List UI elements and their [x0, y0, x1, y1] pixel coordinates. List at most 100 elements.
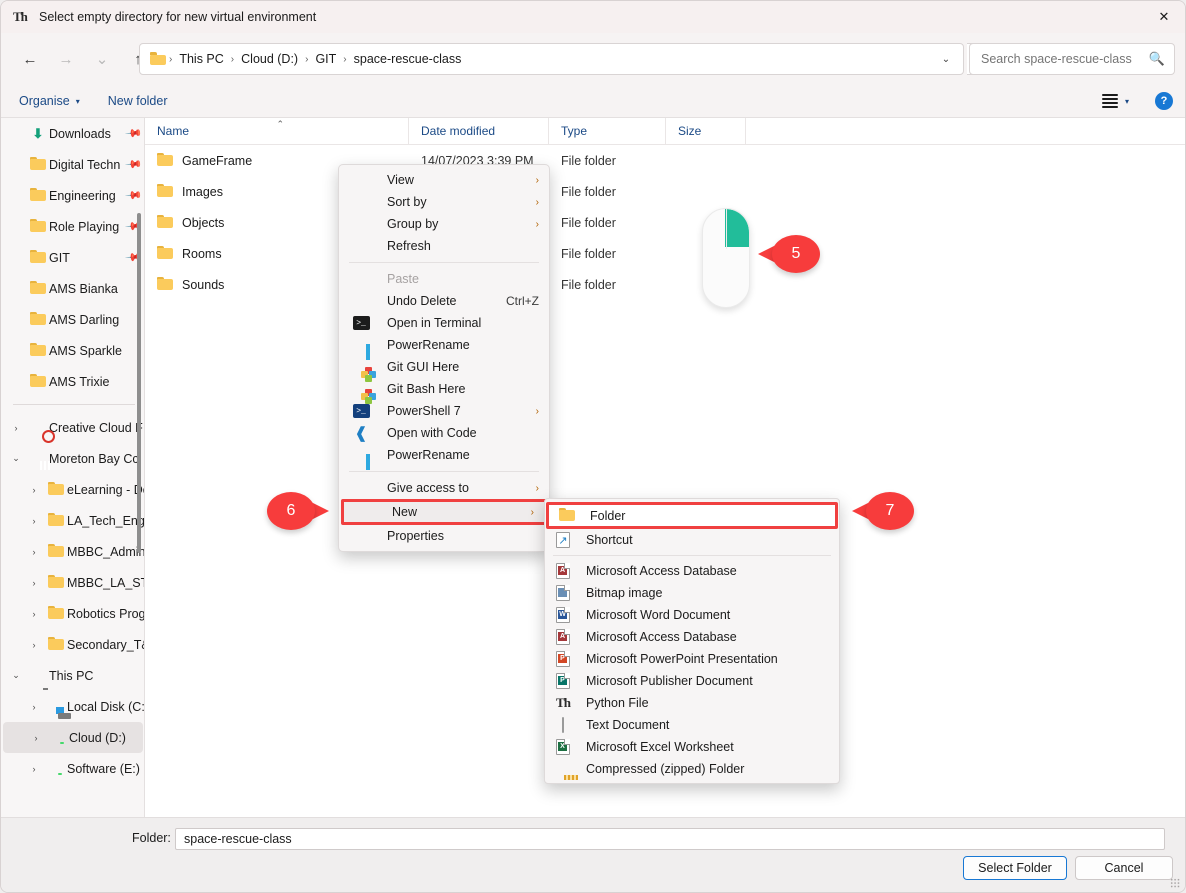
new-menu-item-compressed-zipped-folder[interactable]: Compressed (zipped) Folder: [545, 758, 839, 780]
menu-item-git-bash-here[interactable]: Git Bash Here: [339, 378, 549, 404]
sidebar-item-ams-sparkle[interactable]: AMS Sparkle: [1, 335, 145, 366]
breadcrumb-git[interactable]: GIT: [310, 49, 341, 69]
sidebar-item-local-disk-c[interactable]: › Local Disk (C:): [1, 691, 145, 722]
menu-item-powerrename[interactable]: PowerRename: [339, 444, 549, 466]
sidebar-item-downloads[interactable]: ⬇ Downloads 📌: [1, 118, 145, 149]
new-menu-item-folder[interactable]: Folder: [546, 502, 838, 529]
folder-icon: [157, 152, 173, 169]
new-menu-item-text-document[interactable]: Text Document: [545, 714, 839, 736]
new-menu-item-microsoft-access-database[interactable]: A Microsoft Access Database: [545, 560, 839, 582]
pin-icon[interactable]: 📌: [125, 124, 144, 143]
table-row[interactable]: Rooms File folder: [145, 238, 1185, 269]
breadcrumb-space-rescue-class[interactable]: space-rescue-class: [349, 49, 467, 69]
sidebar-item-role-playing[interactable]: Role Playing 📌: [1, 211, 145, 242]
menu-item-open-with-code[interactable]: ❰ Open with Code: [339, 422, 549, 444]
sidebar-item-elearning-dc[interactable]: › eLearning - Dc: [1, 474, 145, 505]
menu-item-group-by[interactable]: Group by ›: [339, 213, 549, 235]
view-options-button[interactable]: ▾: [1096, 87, 1135, 114]
breadcrumb-this-pc[interactable]: This PC: [174, 49, 228, 69]
chevron-right-icon[interactable]: ›: [23, 702, 45, 712]
folder-input[interactable]: [182, 831, 1164, 847]
sidebar-item-creative-cloud-f[interactable]: › Creative Cloud F: [1, 412, 145, 443]
search-icon[interactable]: 🔍: [1149, 51, 1165, 67]
chevron-right-icon[interactable]: ›: [25, 733, 47, 743]
sidebar-item-software-e[interactable]: › Software (E:): [1, 753, 145, 784]
organise-button[interactable]: Organise ▾: [9, 90, 90, 112]
resize-grip[interactable]: [1170, 878, 1180, 888]
chevron-right-icon[interactable]: ›: [23, 609, 45, 619]
sidebar-scrollbar[interactable]: [137, 213, 141, 553]
search-input[interactable]: [979, 51, 1149, 67]
help-icon[interactable]: ?: [1155, 92, 1173, 110]
table-row[interactable]: GameFrame 14/07/2023 3:39 PM File folder: [145, 145, 1185, 176]
new-submenu[interactable]: Folder ↗ Shortcut A Microsoft Access Databas…: [544, 498, 840, 784]
menu-item-powershell-7[interactable]: >_ PowerShell 7 ›: [339, 400, 549, 422]
chevron-right-icon[interactable]: ›: [23, 547, 45, 557]
cancel-button[interactable]: Cancel: [1075, 856, 1173, 880]
breadcrumb-cloud-d[interactable]: Cloud (D:): [236, 49, 303, 69]
pin-icon[interactable]: 📌: [125, 155, 144, 174]
sidebar-item-ams-bianka[interactable]: AMS Bianka: [1, 273, 145, 304]
menu-item-view[interactable]: View ›: [339, 169, 549, 191]
menu-item-undo-delete[interactable]: Undo Delete Ctrl+Z: [339, 290, 549, 312]
table-row[interactable]: Objects File folder: [145, 207, 1185, 238]
recent-locations-button[interactable]: ⌄: [87, 44, 117, 74]
sidebar-item-digital-techn[interactable]: Digital Techn 📌: [1, 149, 145, 180]
menu-item-refresh[interactable]: Refresh: [339, 235, 549, 257]
sidebar-item-secondary-t[interactable]: › Secondary_T&: [1, 629, 145, 660]
sidebar-item-la-tech-engin[interactable]: › LA_Tech_Engin: [1, 505, 145, 536]
back-button[interactable]: ←: [15, 44, 45, 74]
menu-item-open-in-terminal[interactable]: >_ Open in Terminal: [339, 312, 549, 334]
sidebar-item-moreton-bay-cc[interactable]: ⌄ Moreton Bay Cc: [1, 443, 145, 474]
chevron-right-icon[interactable]: ›: [23, 764, 45, 774]
context-menu[interactable]: View › Sort by › Group by › Refresh Paste Undo D…: [338, 164, 550, 552]
menu-item-powerrename[interactable]: PowerRename: [339, 334, 549, 356]
column-header-type[interactable]: Type: [549, 117, 666, 145]
sidebar-item-ams-trixie[interactable]: AMS Trixie: [1, 366, 145, 397]
download-icon: ⬇: [32, 125, 44, 141]
column-header-size[interactable]: Size: [666, 117, 746, 145]
chevron-right-icon[interactable]: ›: [23, 640, 45, 650]
new-menu-item-python-file[interactable]: Th Python File: [545, 692, 839, 714]
sidebar-item-this-pc[interactable]: ⌄ This PC: [1, 660, 145, 691]
pin-icon[interactable]: 📌: [125, 186, 144, 205]
table-row[interactable]: Sounds File folder: [145, 269, 1185, 300]
column-header-date-modified[interactable]: Date modified: [409, 117, 549, 145]
chevron-down-icon[interactable]: ⌄: [5, 670, 27, 681]
forward-button[interactable]: →: [51, 44, 81, 74]
menu-item-new[interactable]: New ›: [341, 499, 547, 525]
new-menu-item-microsoft-access-database[interactable]: A Microsoft Access Database: [545, 626, 839, 648]
new-menu-item-microsoft-excel-worksheet[interactable]: X Microsoft Excel Worksheet: [545, 736, 839, 758]
folder-input-wrapper[interactable]: [175, 828, 1165, 850]
chevron-right-icon[interactable]: ›: [5, 423, 27, 433]
address-bar[interactable]: › This PC › Cloud (D:) › GIT › space-res…: [139, 43, 964, 75]
select-folder-button[interactable]: Select Folder: [963, 856, 1067, 880]
chevron-down-icon[interactable]: ⌄: [933, 45, 959, 73]
chevron-right-icon[interactable]: ›: [23, 578, 45, 588]
close-icon[interactable]: ✕: [1141, 1, 1185, 33]
new-menu-item-microsoft-powerpoint-presentation[interactable]: P Microsoft PowerPoint Presentation: [545, 648, 839, 670]
sidebar-item-mbbc-la-ste[interactable]: › MBBC_LA_STE: [1, 567, 145, 598]
sidebar-item-mbbc-admini[interactable]: › MBBC_Admini: [1, 536, 145, 567]
chevron-right-icon[interactable]: ›: [23, 516, 45, 526]
menu-item-properties[interactable]: Properties: [339, 525, 549, 547]
chevron-right-icon[interactable]: ›: [23, 485, 45, 495]
sidebar-item-git[interactable]: GIT 📌: [1, 242, 145, 273]
column-header-name[interactable]: ⌃ Name: [145, 117, 409, 145]
new-menu-item-microsoft-word-document[interactable]: W Microsoft Word Document: [545, 604, 839, 626]
sidebar-item-cloud-d[interactable]: › Cloud (D:): [3, 722, 143, 753]
menu-item-sort-by[interactable]: Sort by ›: [339, 191, 549, 213]
menu-item-give-access-to[interactable]: Give access to ›: [339, 477, 549, 499]
menu-item-git-gui-here[interactable]: Git GUI Here: [339, 356, 549, 382]
chevron-down-icon[interactable]: ⌄: [5, 453, 27, 464]
sidebar-item-ams-darling[interactable]: AMS Darling: [1, 304, 145, 335]
search-box[interactable]: 🔍: [969, 43, 1175, 75]
new-menu-item-microsoft-publisher-document[interactable]: P Microsoft Publisher Document: [545, 670, 839, 692]
sidebar-item-engineering[interactable]: Engineering 📌: [1, 180, 145, 211]
navigation-pane[interactable]: ⬇ Downloads 📌 Digital Techn 📌 Engineering 📌 Rol…: [1, 118, 145, 817]
sidebar-item-robotics-progi[interactable]: › Robotics Progi: [1, 598, 145, 629]
new-folder-button[interactable]: New folder: [98, 90, 178, 112]
new-menu-item-bitmap-image[interactable]: Bitmap image: [545, 582, 839, 604]
new-menu-item-shortcut[interactable]: ↗ Shortcut: [545, 529, 839, 551]
table-row[interactable]: Images File folder: [145, 176, 1185, 207]
